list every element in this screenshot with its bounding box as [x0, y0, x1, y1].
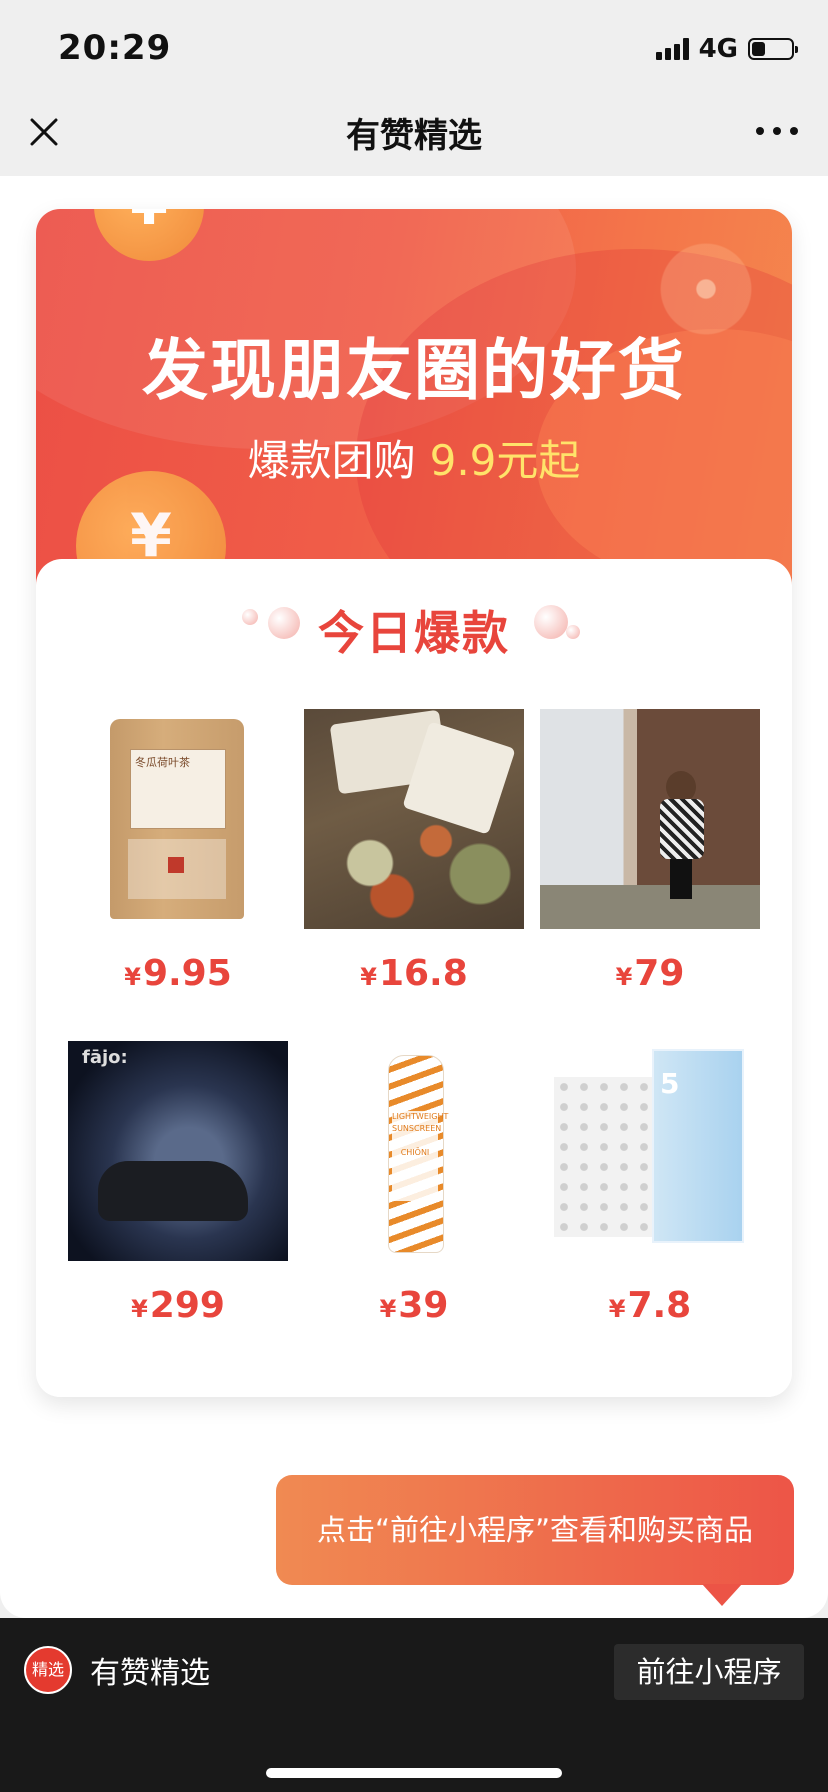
status-time: 20:29	[58, 28, 172, 68]
mini-program-logo: 精选	[24, 1646, 72, 1694]
product-image-tissue[interactable]: 5	[540, 1041, 760, 1261]
promo-card[interactable]: ¥ ¥ 发现朋友圈的好货 爆款团购9.9元起 今日爆款 冬瓜荷叶茶 ¥9.95 …	[36, 209, 792, 1397]
product-item[interactable]: LIGHTWEIGHT SUNSCREEN CHIŌNI ¥39	[304, 1041, 524, 1326]
more-options-icon[interactable]	[756, 124, 798, 138]
battery-icon	[748, 38, 798, 60]
banner-subtitle: 爆款团购 9.9元起	[36, 427, 792, 488]
home-indicator[interactable]	[266, 1768, 562, 1778]
product-image-sneaker[interactable]: fājo:	[68, 1041, 288, 1261]
product-price: ¥7.8	[608, 1285, 692, 1326]
product-item[interactable]: ¥16.8	[304, 709, 524, 994]
page-title: 有赞精选	[346, 116, 482, 156]
product-item[interactable]: fājo: ¥299	[68, 1041, 288, 1326]
brand-logo: fājo:	[82, 1047, 128, 1068]
product-price: ¥39	[379, 1285, 449, 1326]
status-icons: 4G	[655, 34, 798, 64]
product-price: ¥9.95	[124, 953, 232, 994]
product-price: ¥79	[615, 953, 685, 994]
banner-title: 发现朋友圈的好货	[142, 332, 686, 409]
product-item[interactable]: 冬瓜荷叶茶 ¥9.95	[68, 709, 288, 994]
product-image-girl-coat[interactable]	[540, 709, 760, 929]
mini-program-name: 有赞精选	[90, 1656, 210, 1691]
product-price: ¥16.8	[360, 953, 468, 994]
product-image-herbal-tea[interactable]: 冬瓜荷叶茶	[68, 709, 288, 929]
banner-subtitle-main: 爆款团购	[247, 436, 416, 485]
promo-banner: ¥ ¥ 发现朋友圈的好货 爆款团购9.9元起	[36, 209, 792, 589]
product-label: 5	[660, 1067, 680, 1100]
product-item[interactable]: ¥79	[540, 709, 760, 994]
network-type: 4G	[698, 34, 738, 64]
tip-bubble: 点击“前往小程序”查看和购买商品	[276, 1475, 794, 1585]
navigation-bar: 有赞精选	[0, 96, 828, 176]
product-price: ¥299	[131, 1285, 225, 1326]
product-item[interactable]: 5 ¥7.8	[540, 1041, 760, 1326]
bottom-bar: 精选 有赞精选 前往小程序	[0, 1618, 828, 1792]
section-title: 今日爆款	[318, 606, 510, 660]
open-mini-program-button[interactable]: 前往小程序	[614, 1644, 804, 1700]
brand-logo: CHIŌNI	[400, 1148, 430, 1157]
hot-products-panel: 今日爆款 冬瓜荷叶茶 ¥9.95 ¥16.8 ¥79 fājo: ¥299 LI…	[36, 559, 792, 1397]
tip-bubble-tail	[702, 1584, 742, 1606]
product-label: 冬瓜荷叶茶	[130, 749, 226, 829]
product-image-sunscreen[interactable]: LIGHTWEIGHT SUNSCREEN CHIŌNI	[304, 1041, 524, 1261]
signal-icon	[655, 38, 689, 60]
banner-subtitle-highlight: 9.9元起	[429, 436, 581, 485]
status-bar: 20:29 4G	[0, 0, 828, 96]
product-image-herbs[interactable]	[304, 709, 524, 929]
